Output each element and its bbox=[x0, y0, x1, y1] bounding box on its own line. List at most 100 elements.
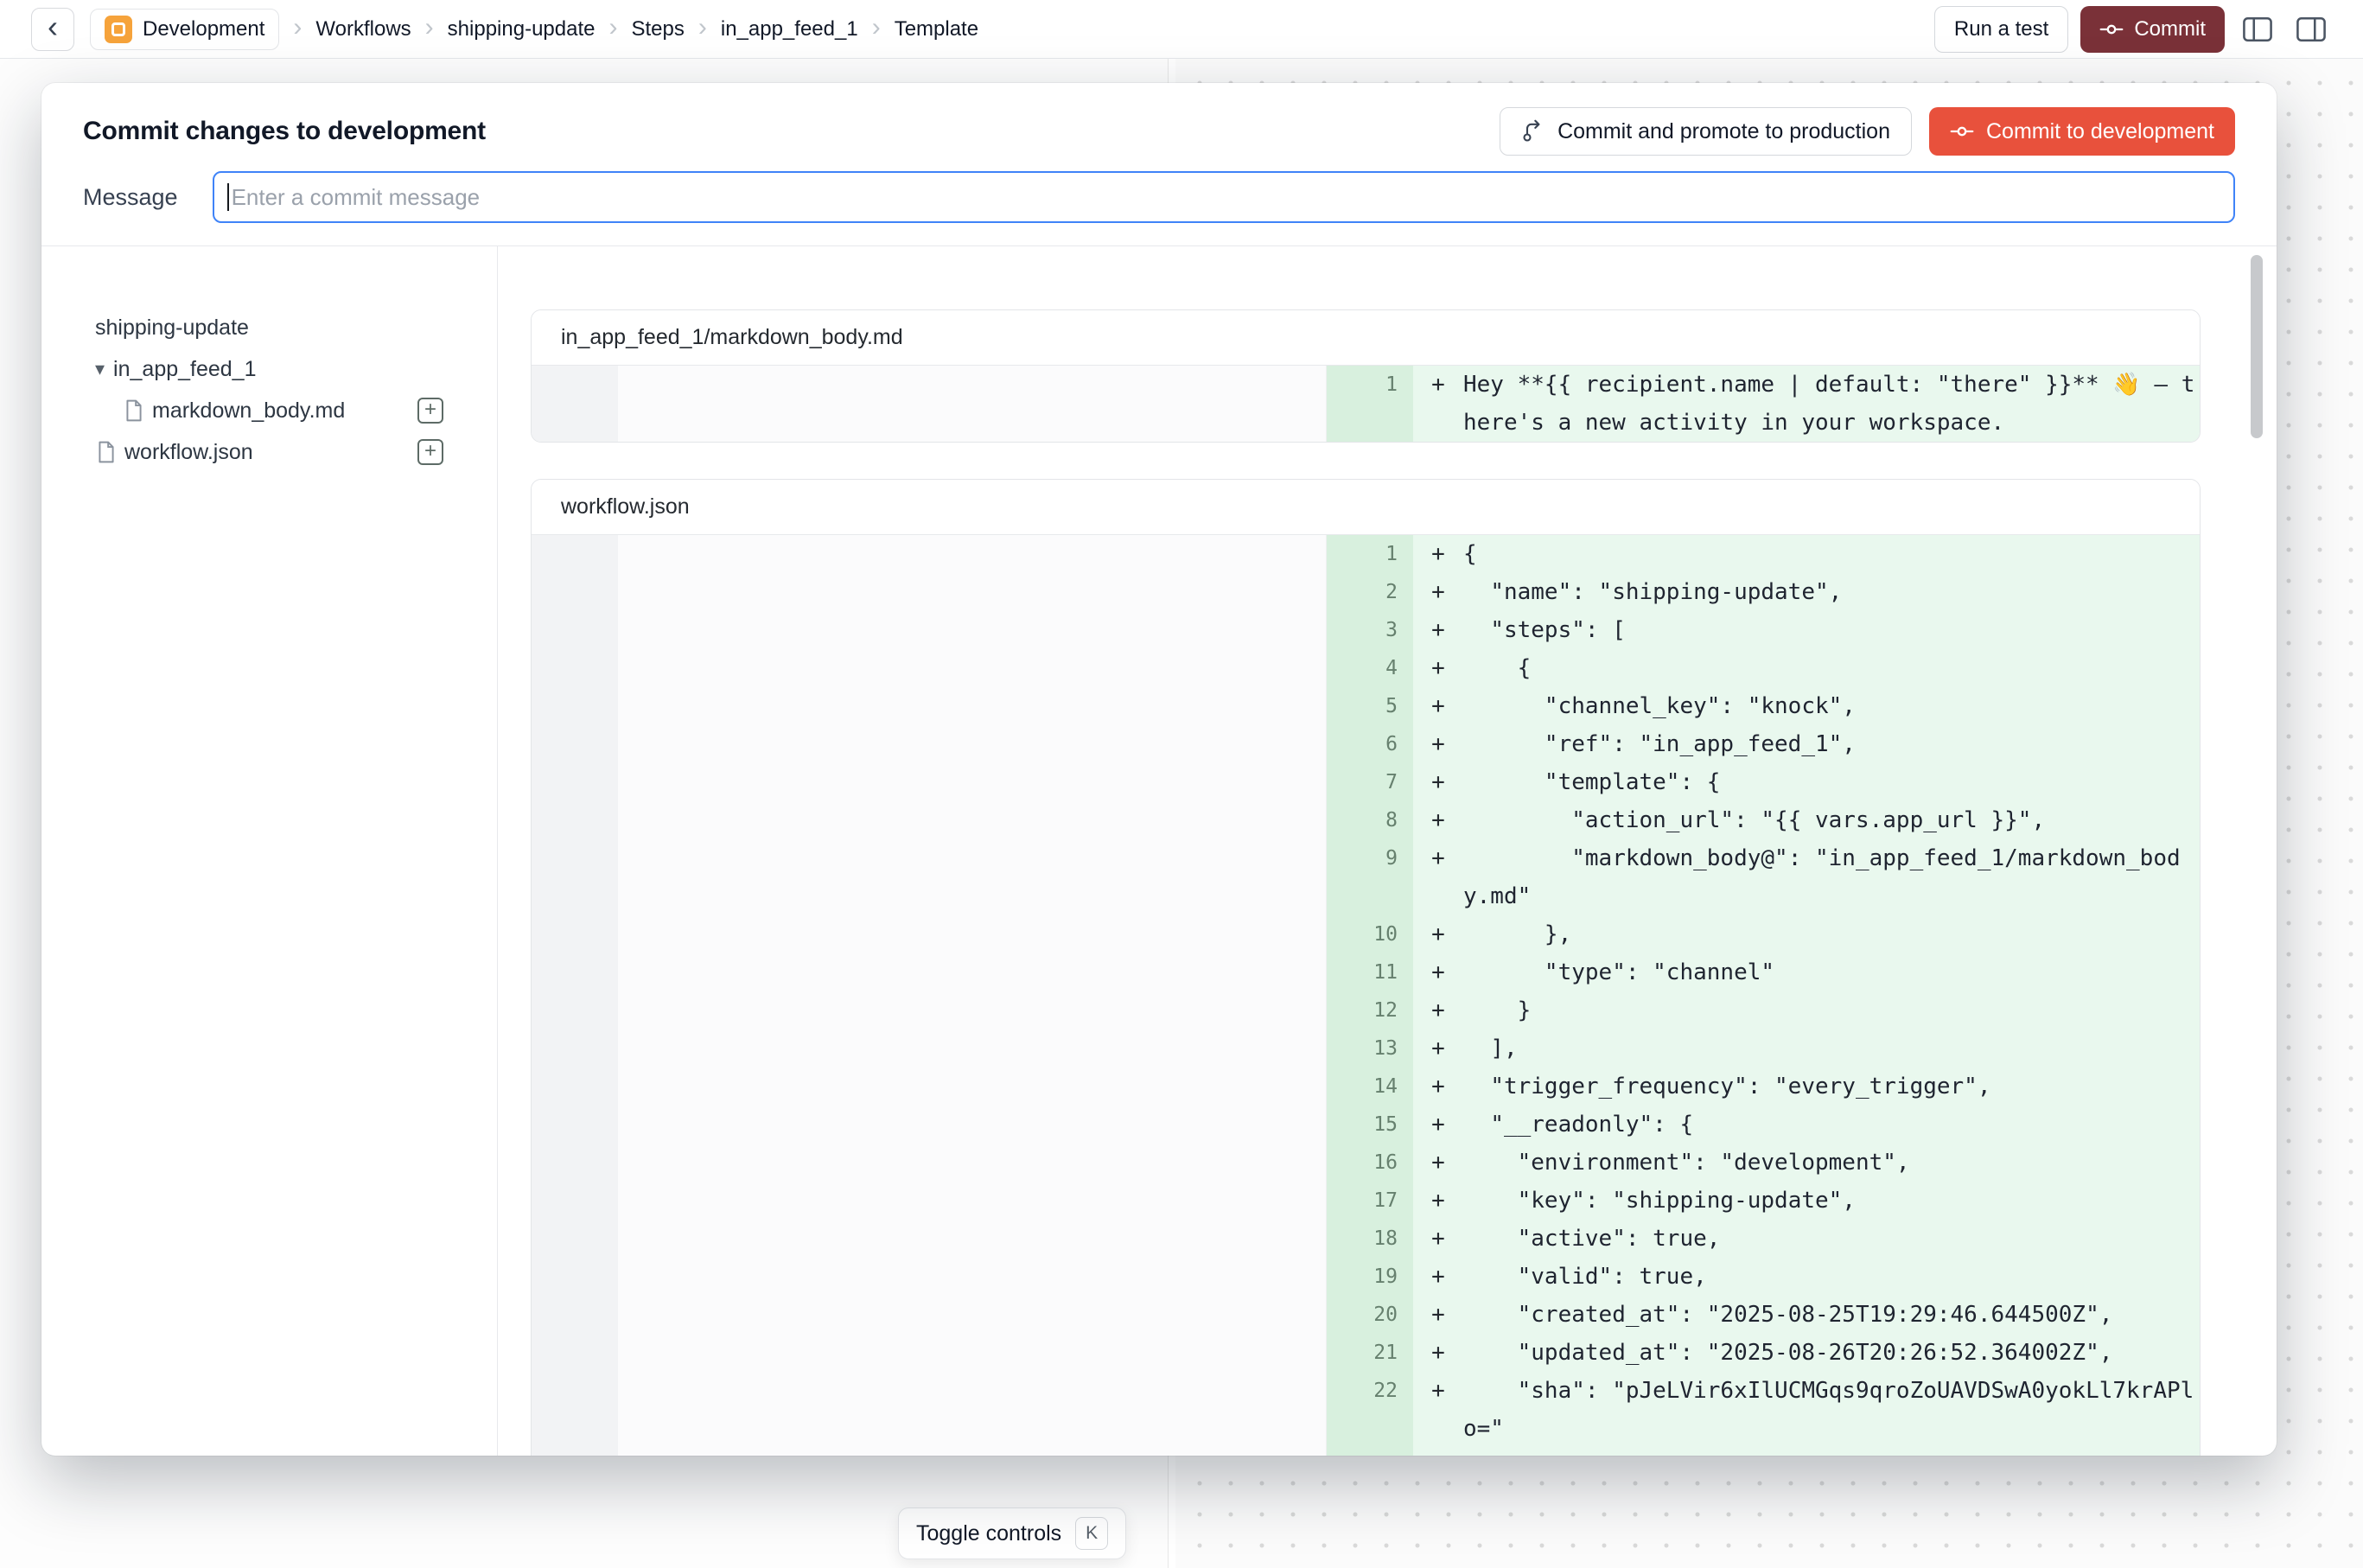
diff-panel-markdown-body: in_app_feed_1/markdown_body.md 1 + Hey *… bbox=[531, 309, 2201, 443]
topbar: ‹ Development › Workflows › shipping-upd… bbox=[0, 0, 2363, 59]
breadcrumb-item-template[interactable]: Template bbox=[895, 17, 978, 41]
diff-line-number: 13 bbox=[1327, 1029, 1413, 1068]
chevron-right-icon: › bbox=[872, 15, 881, 44]
breadcrumb-item-workflow-key[interactable]: shipping-update bbox=[448, 17, 596, 41]
diff-added-sign: + bbox=[1413, 1296, 1463, 1334]
breadcrumb-item-step[interactable]: in_app_feed_1 bbox=[721, 17, 858, 41]
tree-root-label: shipping-update bbox=[95, 316, 249, 341]
diff-old-code bbox=[618, 915, 1327, 953]
chevron-right-icon: › bbox=[698, 15, 707, 44]
diff-added-sign: + bbox=[1413, 1448, 1463, 1456]
diff-line-number: 1 bbox=[1327, 535, 1413, 573]
diff-old-code bbox=[618, 1029, 1327, 1068]
toggle-controls-button[interactable]: Toggle controls K bbox=[898, 1507, 1126, 1559]
tree-file-label: workflow.json bbox=[124, 440, 253, 465]
diff-added-sign: + bbox=[1413, 611, 1463, 649]
toggle-right-panel-button[interactable] bbox=[2290, 9, 2332, 50]
diff-line-number: 5 bbox=[1327, 687, 1413, 725]
tree-item-workflow-root[interactable]: shipping-update bbox=[41, 307, 497, 348]
tree-item-markdown-body[interactable]: markdown_body.md + bbox=[41, 390, 497, 431]
diff-old-gutter bbox=[532, 1068, 618, 1106]
diff-added-sign: + bbox=[1413, 1220, 1463, 1258]
scrollbar-thumb[interactable] bbox=[2251, 255, 2263, 438]
diff-line: 3 + "steps": [ bbox=[532, 611, 2200, 649]
diff-line-number: 12 bbox=[1327, 991, 1413, 1029]
breadcrumb: Development › Workflows › shipping-updat… bbox=[90, 9, 978, 50]
breadcrumb-item-steps[interactable]: Steps bbox=[631, 17, 684, 41]
tree-item-workflow-json[interactable]: workflow.json + bbox=[41, 431, 497, 473]
diff-line-number: 2 bbox=[1327, 573, 1413, 611]
run-test-label: Run a test bbox=[1954, 17, 2048, 41]
commit-message-row: Message bbox=[83, 156, 2235, 245]
diff-line: 5 + "channel_key": "knock", bbox=[532, 687, 2200, 725]
app: Toggle controls K ‹ Development › Workfl… bbox=[0, 0, 2363, 1568]
diff-old-gutter bbox=[532, 535, 618, 573]
diff-old-code bbox=[618, 573, 1327, 611]
diff-code-text: "key": "shipping-update", bbox=[1463, 1182, 2200, 1220]
tree-folder-label: in_app_feed_1 bbox=[113, 357, 256, 382]
diff-added-sign: + bbox=[1413, 1258, 1463, 1296]
diff-code-text: "created_at": "2025-08-25T19:29:46.64450… bbox=[1463, 1296, 2200, 1334]
diff-old-code bbox=[618, 763, 1327, 801]
diff-line-number: 16 bbox=[1327, 1144, 1413, 1182]
diff-line-number: 22 bbox=[1327, 1372, 1413, 1448]
diff-added-sign: + bbox=[1413, 573, 1463, 611]
commit-icon bbox=[1950, 119, 1974, 143]
topbar-actions: Run a test Commit bbox=[1934, 6, 2332, 53]
diff-old-gutter bbox=[532, 1296, 618, 1334]
commit-label: Commit bbox=[2134, 17, 2206, 41]
diff-old-gutter bbox=[532, 915, 618, 953]
commit-to-development-button[interactable]: Commit to development bbox=[1929, 107, 2235, 156]
diff-added-sign: + bbox=[1413, 1144, 1463, 1182]
breadcrumb-environment-label: Development bbox=[143, 17, 264, 41]
run-test-button[interactable]: Run a test bbox=[1934, 6, 2068, 53]
diff-old-code bbox=[618, 1068, 1327, 1106]
diff-code-text: "type": "channel" bbox=[1463, 953, 2200, 991]
diff-code-text: ], bbox=[1463, 1029, 2200, 1068]
environment-icon bbox=[105, 16, 132, 43]
diff-code-text: { bbox=[1463, 535, 2200, 573]
diff-filename: in_app_feed_1/markdown_body.md bbox=[561, 325, 903, 350]
modal-actions: Commit and promote to production Commit … bbox=[1500, 107, 2235, 156]
diff-panel-workflow-json: workflow.json 1 + { bbox=[531, 479, 2201, 1456]
commit-and-promote-button[interactable]: Commit and promote to production bbox=[1500, 107, 1912, 156]
diff-added-sign: + bbox=[1413, 535, 1463, 573]
chevron-right-icon: › bbox=[293, 15, 302, 44]
diff-old-code bbox=[618, 1258, 1327, 1296]
diff-rows: 1 + { 2 + "name": "shipping-update", bbox=[532, 535, 2200, 1456]
diff-code-text: "template": { bbox=[1463, 763, 2200, 801]
diff-old-gutter bbox=[532, 801, 618, 839]
commit-and-promote-label: Commit and promote to production bbox=[1557, 119, 1890, 144]
diff-added-sign: + bbox=[1413, 763, 1463, 801]
diff-old-gutter bbox=[532, 1144, 618, 1182]
diff-code-text: "sha": "pJeLVir6xIlUCMGqs9qroZoUAVDSwA0y… bbox=[1463, 1372, 2200, 1448]
diff-old-gutter bbox=[532, 1258, 618, 1296]
breadcrumb-item-workflows[interactable]: Workflows bbox=[315, 17, 411, 41]
panel-right-icon bbox=[2296, 16, 2326, 42]
back-button[interactable]: ‹ bbox=[31, 8, 74, 51]
diff-file-header: workflow.json bbox=[532, 480, 2200, 535]
diff-old-code bbox=[618, 535, 1327, 573]
diff-viewer[interactable]: in_app_feed_1/markdown_body.md 1 + Hey *… bbox=[498, 246, 2277, 1456]
diff-line-number: 19 bbox=[1327, 1258, 1413, 1296]
commit-message-input[interactable] bbox=[213, 171, 2235, 223]
diff-old-gutter bbox=[532, 1220, 618, 1258]
tree-file-label: markdown_body.md bbox=[152, 398, 345, 424]
diff-line-number: 18 bbox=[1327, 1220, 1413, 1258]
diff-code-text: "environment": "development", bbox=[1463, 1144, 2200, 1182]
diff-line-number: 20 bbox=[1327, 1296, 1413, 1334]
diff-old-gutter bbox=[532, 649, 618, 687]
diff-code-text: "valid": true, bbox=[1463, 1258, 2200, 1296]
diff-code-text: "updated_at": "2025-08-26T20:26:52.36400… bbox=[1463, 1334, 2200, 1372]
diff-line-number: 6 bbox=[1327, 725, 1413, 763]
file-icon bbox=[97, 441, 116, 463]
diff-old-gutter bbox=[532, 1334, 618, 1372]
commit-button[interactable]: Commit bbox=[2080, 6, 2225, 53]
diff-line: 9 + "markdown_body@": "in_app_feed_1/mar… bbox=[532, 839, 2200, 915]
diff-line-number: 14 bbox=[1327, 1068, 1413, 1106]
toggle-left-panel-button[interactable] bbox=[2237, 9, 2278, 50]
diff-code-text: "ref": "in_app_feed_1", bbox=[1463, 725, 2200, 763]
diff-added-sign: + bbox=[1413, 1068, 1463, 1106]
breadcrumb-environment[interactable]: Development bbox=[90, 9, 279, 50]
tree-item-step-folder[interactable]: ▾ in_app_feed_1 bbox=[41, 348, 497, 390]
